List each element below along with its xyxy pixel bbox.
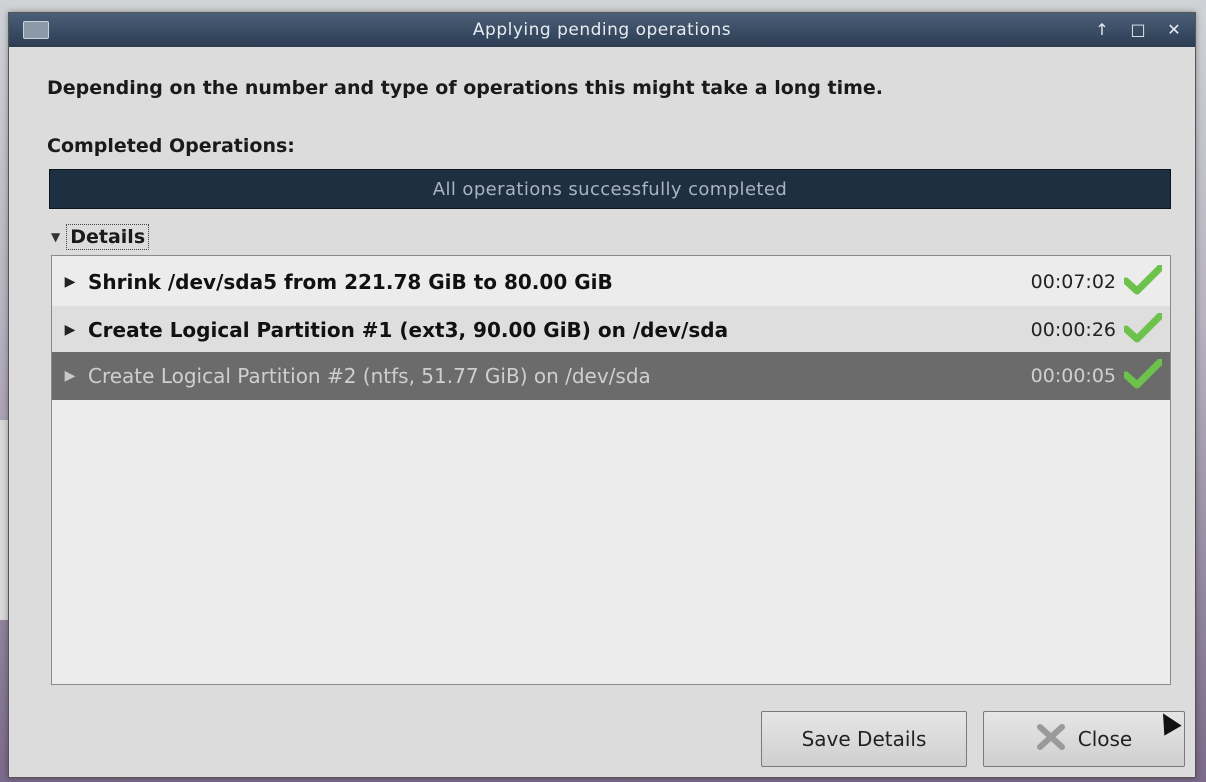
dialog-content: Depending on the number and type of oper… bbox=[9, 47, 1195, 777]
operation-row[interactable]: ▶ Create Logical Partition #1 (ext3, 90.… bbox=[52, 306, 1170, 354]
operation-time: 00:00:26 bbox=[1030, 319, 1116, 341]
window-title: Applying pending operations bbox=[472, 20, 732, 40]
close-window-icon[interactable]: ✕ bbox=[1163, 19, 1185, 41]
details-label: Details bbox=[66, 224, 150, 250]
operation-time: 00:07:02 bbox=[1030, 271, 1116, 293]
success-check-icon bbox=[1116, 264, 1170, 299]
save-details-button[interactable]: Save Details bbox=[761, 711, 967, 767]
success-check-icon bbox=[1116, 358, 1170, 393]
operation-description: Create Logical Partition #2 (ntfs, 51.77… bbox=[88, 364, 651, 388]
operation-row-selected[interactable]: ▶ Create Logical Partition #2 (ntfs, 51.… bbox=[52, 352, 1170, 400]
details-expander[interactable]: ▼ Details bbox=[51, 221, 150, 253]
title-bar[interactable]: Applying pending operations ↑ □ ✕ bbox=[9, 13, 1195, 47]
progress-text: All operations successfully completed bbox=[432, 179, 788, 200]
operation-description: Shrink /dev/sda5 from 221.78 GiB to 80.0… bbox=[88, 270, 613, 294]
collapsed-arrow-icon[interactable]: ▶ bbox=[52, 274, 88, 290]
success-check-icon bbox=[1116, 312, 1170, 347]
maximize-icon[interactable]: □ bbox=[1127, 19, 1149, 41]
operation-row[interactable]: ▶ Shrink /dev/sda5 from 221.78 GiB to 80… bbox=[52, 258, 1170, 306]
close-x-icon bbox=[1036, 723, 1066, 755]
completed-operations-label: Completed Operations: bbox=[47, 135, 295, 157]
operation-description: Create Logical Partition #1 (ext3, 90.00… bbox=[88, 318, 729, 342]
apply-operations-dialog: Applying pending operations ↑ □ ✕ Depend… bbox=[8, 12, 1196, 778]
window-controls: ↑ □ ✕ bbox=[1091, 18, 1185, 42]
dialog-description: Depending on the number and type of oper… bbox=[47, 77, 883, 99]
progress-bar: All operations successfully completed bbox=[49, 169, 1171, 209]
operations-list[interactable]: ▶ Shrink /dev/sda5 from 221.78 GiB to 80… bbox=[51, 255, 1171, 685]
save-details-label: Save Details bbox=[801, 727, 927, 751]
close-label: Close bbox=[1077, 727, 1133, 751]
collapsed-arrow-icon[interactable]: ▶ bbox=[52, 322, 88, 338]
collapsed-arrow-icon[interactable]: ▶ bbox=[52, 368, 88, 384]
operation-time: 00:00:05 bbox=[1030, 365, 1116, 387]
shade-icon[interactable]: ↑ bbox=[1091, 19, 1113, 41]
expanded-arrow-icon: ▼ bbox=[51, 230, 61, 244]
